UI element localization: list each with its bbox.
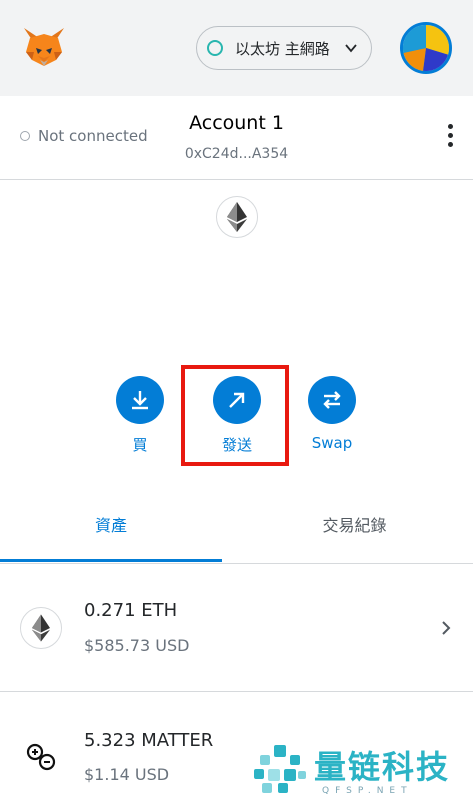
chevron-down-icon (345, 44, 357, 53)
network-status-icon (207, 40, 223, 56)
watermark-logo-icon (254, 745, 306, 793)
watermark: 量链科技 QFSP.NET (252, 740, 473, 800)
asset-usd-value: $585.73 USD (84, 636, 190, 655)
metamask-fox-icon (24, 28, 64, 66)
ethereum-icon (227, 202, 247, 232)
buy-button[interactable]: 買 (116, 376, 164, 454)
download-icon (132, 391, 148, 410)
network-selector[interactable]: 以太坊 主網路 (196, 26, 372, 70)
matter-token-icon (20, 736, 62, 778)
kebab-dot-icon (447, 142, 453, 147)
asset-amount: 5.323 MATTER (84, 730, 214, 751)
kebab-dot-icon (447, 133, 453, 138)
app-header: 以太坊 主網路 (0, 0, 473, 96)
identicon-icon (403, 25, 449, 71)
network-label: 以太坊 主網路 (235, 39, 330, 58)
account-address[interactable]: 0xC24d...A354 (0, 146, 473, 162)
asset-usd-value: $1.14 USD (84, 765, 170, 784)
asset-amount: 0.271 ETH (84, 600, 178, 621)
watermark-subtext: QFSP.NET (322, 786, 413, 796)
buy-label: 買 (132, 436, 148, 454)
swap-label: Swap (311, 434, 353, 452)
account-avatar[interactable] (400, 22, 452, 74)
ethereum-balance-icon (216, 196, 258, 238)
swap-circle (308, 376, 356, 424)
account-options-button[interactable] (440, 124, 460, 152)
kebab-dot-icon (447, 124, 453, 129)
watermark-text: 量链科技 (314, 748, 451, 786)
tab-activity[interactable]: 交易紀錄 (236, 500, 473, 564)
swap-arrows-icon (323, 391, 341, 409)
active-tab-indicator (0, 559, 222, 562)
ethereum-icon (20, 607, 62, 649)
account-name[interactable]: Account 1 (0, 112, 473, 134)
asset-row-eth[interactable]: 0.271 ETH $585.73 USD (0, 564, 473, 692)
account-bar: Not connected Account 1 0xC24d...A354 (0, 96, 473, 180)
send-highlight-box (181, 365, 289, 466)
swap-button[interactable]: Swap (308, 376, 356, 452)
chevron-right-icon (442, 621, 451, 635)
tab-bar: 資產 交易紀錄 (0, 500, 473, 564)
buy-circle (116, 376, 164, 424)
tab-assets[interactable]: 資產 (0, 500, 222, 564)
